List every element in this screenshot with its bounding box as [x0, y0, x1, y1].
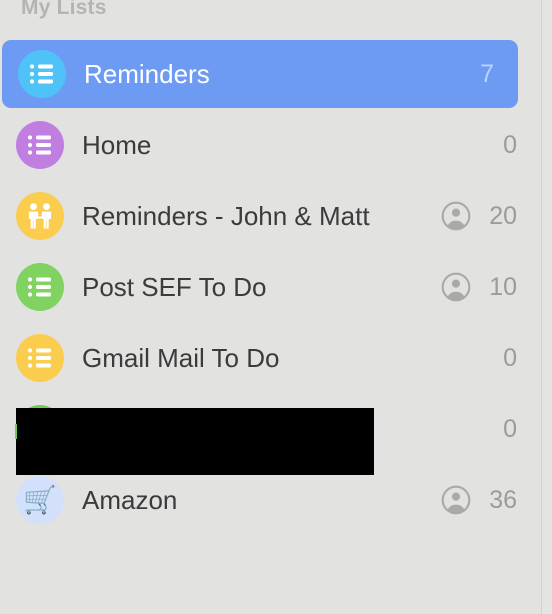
list-row-meta: 10 [441, 272, 517, 302]
list-row-count: 36 [489, 485, 517, 514]
list-row-label: Gmail Mail To Do [82, 342, 280, 373]
list-icon [16, 121, 64, 169]
shared-person-icon [441, 485, 471, 515]
list-row-meta: 36 [441, 485, 517, 515]
list-row[interactable]: Home 0 [0, 111, 541, 179]
list-row-meta: 0 [471, 343, 517, 373]
shopping-cart-glyph: 🛒 [23, 484, 57, 515]
list-row-count: 0 [503, 130, 517, 159]
list-row-label: Reminders - John & Matt [82, 200, 370, 231]
two-people-icon [16, 192, 64, 240]
list-row-meta: 20 [441, 201, 517, 231]
list-row-label: Reminders [84, 58, 210, 89]
list-row-count: 7 [480, 59, 494, 88]
section-header-my-lists: My Lists [21, 0, 107, 19]
list-icon [16, 263, 64, 311]
shopping-cart-icon: 🛒 [16, 476, 64, 524]
list-icon [18, 50, 66, 98]
redaction-bar [15, 408, 374, 475]
list-row-count: 0 [503, 414, 517, 443]
list-row-count: 10 [489, 272, 517, 301]
list-row[interactable]: Reminders 7 [2, 40, 518, 108]
my-lists-sidebar: My Lists Reminders 7 Home 0 Reminders - John… [0, 0, 541, 614]
redacted-icon-sliver [15, 424, 17, 439]
list-row-meta: 7 [448, 59, 494, 89]
list-icon [16, 334, 64, 382]
shared-person-icon [441, 201, 471, 231]
list-row-label: Home [82, 129, 152, 160]
list-row-count: 20 [489, 201, 517, 230]
list-row-count: 0 [503, 343, 517, 372]
list-row[interactable]: Reminders - John & Matt 20 [0, 182, 541, 250]
list-row-label: Amazon [82, 484, 178, 515]
list-row[interactable]: Post SEF To Do 10 [0, 253, 541, 321]
list-row-label: Post SEF To Do [82, 271, 267, 302]
sidebar-divider [541, 0, 552, 614]
list-row[interactable]: 🛒 Amazon 36 [0, 466, 541, 534]
shared-person-icon [441, 272, 471, 302]
list-row-meta: 0 [471, 130, 517, 160]
list-row[interactable]: Gmail Mail To Do 0 [0, 324, 541, 392]
list-row-meta: 0 [471, 414, 517, 444]
